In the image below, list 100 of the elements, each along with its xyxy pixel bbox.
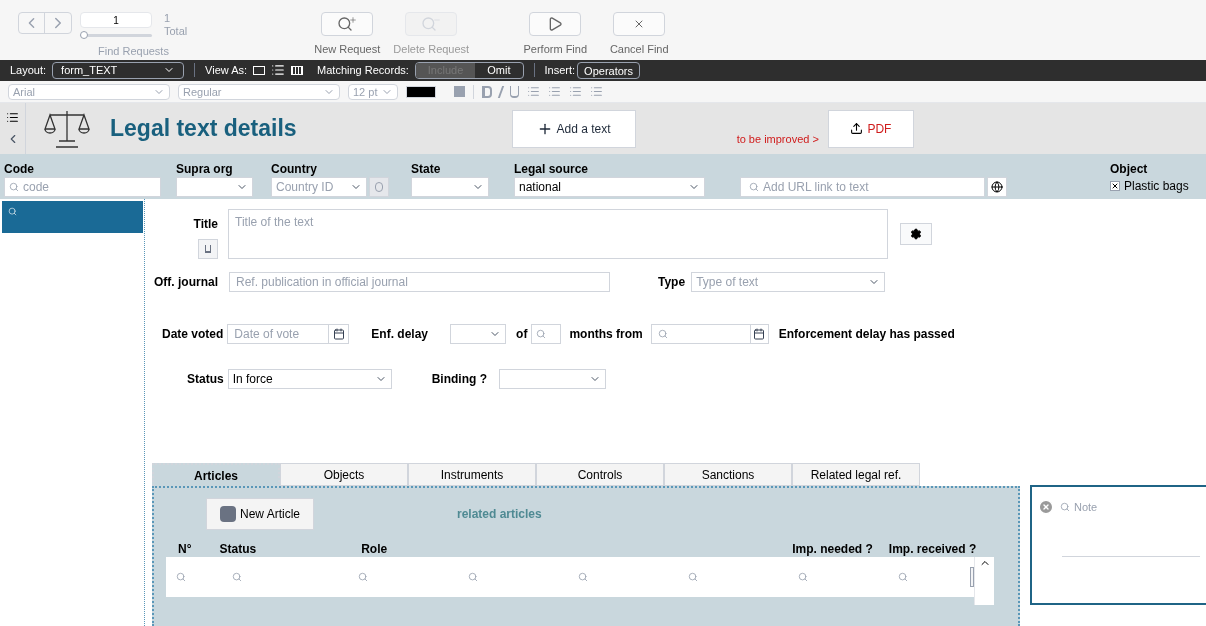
improvement-note: to be improved > bbox=[736, 132, 819, 148]
toolbar-label: Find Requests bbox=[98, 44, 169, 59]
field-label: Binding ? bbox=[431, 371, 487, 388]
search-icon bbox=[8, 207, 17, 216]
settings-icon bbox=[910, 228, 922, 240]
field-label: Off. journal bbox=[153, 274, 218, 291]
layout-select[interactable]: form_TEXT bbox=[52, 61, 185, 79]
search-icon bbox=[358, 572, 368, 582]
search-icon bbox=[9, 181, 19, 192]
toolbar-label: Perform Find bbox=[523, 42, 588, 57]
bold-icon[interactable] bbox=[482, 85, 492, 98]
search-icon bbox=[536, 329, 547, 339]
highlight-icon[interactable] bbox=[454, 86, 465, 98]
calendar-icon[interactable] bbox=[753, 328, 766, 340]
table-view-icon[interactable] bbox=[291, 65, 304, 75]
pdf-button[interactable]: PDF bbox=[827, 109, 914, 148]
search-icon bbox=[578, 572, 588, 582]
months-field[interactable] bbox=[531, 324, 562, 344]
tab[interactable]: Articles bbox=[152, 463, 280, 486]
tab[interactable]: Related legal ref. bbox=[792, 463, 920, 486]
from-date-field[interactable] bbox=[650, 324, 769, 344]
globe-button[interactable] bbox=[987, 176, 1007, 197]
underline-icon[interactable] bbox=[510, 85, 519, 98]
field-label: Title bbox=[193, 216, 218, 233]
column-header: Imp. needed ? bbox=[792, 541, 873, 555]
operators-button[interactable]: Operators bbox=[577, 61, 641, 79]
toolbar-label: Delete Request bbox=[393, 42, 470, 57]
toolbar-button[interactable] bbox=[321, 12, 374, 36]
calendar-icon[interactable] bbox=[332, 328, 345, 340]
select-field[interactable]: national bbox=[514, 176, 705, 197]
toolbar-icon bbox=[337, 16, 358, 32]
record-nav[interactable] bbox=[18, 12, 72, 34]
search-icon bbox=[176, 572, 186, 582]
search-icon bbox=[798, 572, 808, 582]
filter-label: State bbox=[411, 160, 442, 177]
align-icon[interactable] bbox=[569, 85, 582, 99]
select-field[interactable] bbox=[176, 176, 253, 197]
clear-icon[interactable] bbox=[1038, 499, 1054, 516]
toolbar-button[interactable] bbox=[529, 12, 582, 36]
search-icon bbox=[688, 572, 698, 582]
field-label: Status bbox=[187, 371, 224, 388]
toolbar-label: New Request bbox=[314, 42, 381, 57]
status-select[interactable]: In force bbox=[227, 369, 392, 389]
tab[interactable]: Sanctions bbox=[664, 463, 792, 486]
new-article-button[interactable]: New Article bbox=[206, 498, 314, 530]
globe-icon bbox=[991, 180, 1003, 193]
column-header: Imp. received ? bbox=[888, 541, 977, 555]
insert-label: Insert: bbox=[544, 63, 576, 79]
column-header: Role bbox=[361, 541, 388, 555]
toolbar-label: Cancel Find bbox=[609, 42, 669, 57]
matching-records-label: Matching Records: bbox=[317, 63, 409, 79]
field-label: months from bbox=[569, 326, 643, 343]
binding-select[interactable] bbox=[499, 369, 606, 389]
field-label: Type bbox=[658, 274, 686, 291]
form-view-icon[interactable] bbox=[253, 65, 266, 75]
checkbox[interactable] bbox=[1110, 180, 1120, 191]
align-icon[interactable] bbox=[548, 85, 561, 99]
field-label: Date voted bbox=[162, 326, 224, 343]
record-field[interactable]: 1 bbox=[80, 12, 152, 28]
tab[interactable]: Instruments bbox=[408, 463, 536, 486]
search-icon bbox=[232, 572, 242, 582]
record-count: 1 bbox=[164, 12, 172, 25]
checkbox-label: Plastic bags bbox=[1124, 177, 1189, 195]
filter-label: Country bbox=[271, 160, 318, 177]
filter-label: Legal source bbox=[514, 160, 590, 177]
toolbar-icon bbox=[421, 16, 442, 32]
field-label: Enf. delay bbox=[371, 326, 429, 343]
column-header: N° bbox=[178, 541, 192, 555]
search-icon bbox=[1060, 502, 1070, 513]
align-icon[interactable] bbox=[527, 85, 540, 99]
page-title: Legal text details bbox=[110, 114, 297, 144]
filter-label: Object bbox=[1110, 160, 1149, 177]
align-icon[interactable] bbox=[590, 85, 603, 99]
settings-button[interactable] bbox=[900, 223, 932, 245]
field-label: of bbox=[516, 326, 528, 343]
select-field[interactable] bbox=[411, 176, 489, 197]
column-header: Status bbox=[219, 541, 257, 555]
section-heading: related articles bbox=[457, 506, 542, 523]
text-color-swatch[interactable] bbox=[406, 85, 436, 98]
view-as-label: View As: bbox=[205, 63, 248, 79]
search-icon bbox=[468, 572, 478, 582]
italic-icon[interactable] bbox=[497, 85, 505, 98]
search-icon bbox=[749, 181, 759, 192]
search-icon bbox=[657, 329, 668, 339]
matching-option[interactable]: Omit bbox=[475, 62, 523, 78]
menu-icon[interactable] bbox=[6, 111, 19, 125]
field-label: Enforcement delay has passed bbox=[778, 326, 955, 343]
upload-icon bbox=[850, 122, 864, 135]
slider-thumb[interactable] bbox=[80, 31, 88, 39]
lookup-button[interactable] bbox=[369, 176, 389, 197]
add-text-button[interactable]: Add a text bbox=[511, 109, 636, 148]
list-view-icon[interactable] bbox=[271, 63, 286, 78]
search-icon bbox=[898, 572, 908, 582]
delay-select[interactable] bbox=[450, 324, 507, 344]
tab[interactable]: Controls bbox=[536, 463, 664, 486]
filter-label: Code bbox=[4, 160, 35, 177]
tab[interactable]: Objects bbox=[280, 463, 408, 486]
filter-label: Supra org bbox=[176, 160, 234, 177]
toolbar-icon bbox=[547, 16, 564, 32]
scrollbar[interactable] bbox=[974, 557, 994, 605]
